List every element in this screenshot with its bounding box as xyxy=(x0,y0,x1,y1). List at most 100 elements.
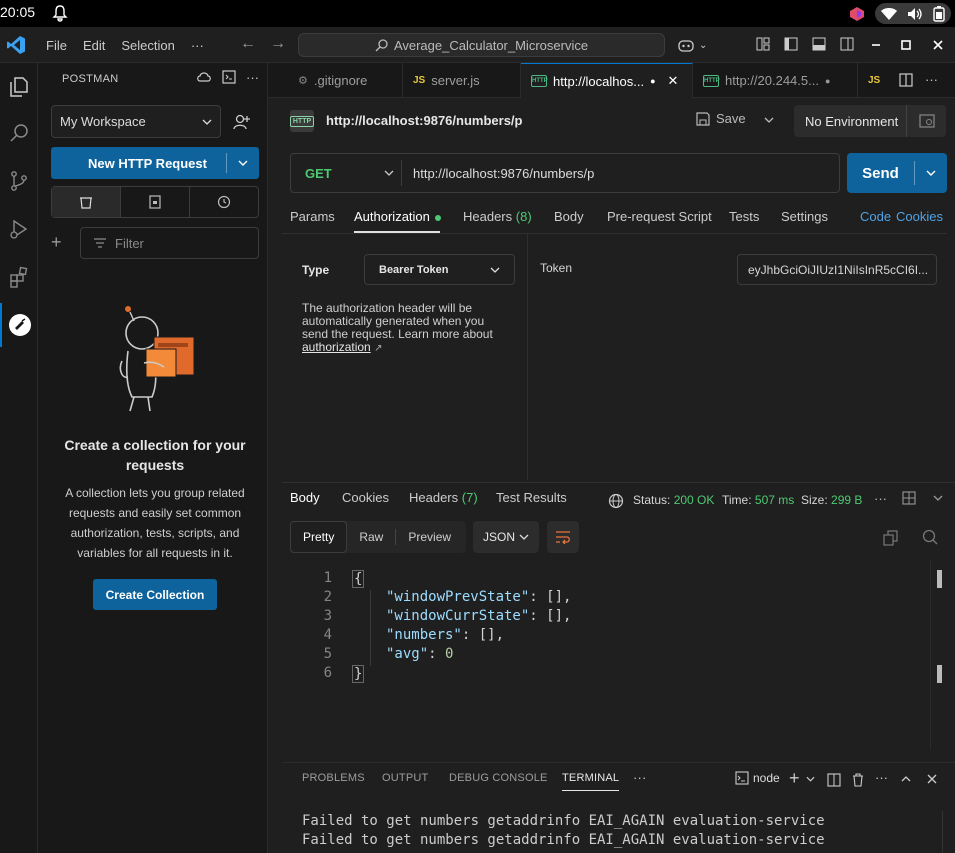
terminal-box-icon[interactable] xyxy=(222,70,236,84)
customize-layout-icon[interactable] xyxy=(749,37,777,54)
panel-tab-output[interactable]: OUTPUT xyxy=(382,772,428,784)
split-editor-icon[interactable] xyxy=(899,73,913,87)
add-user-icon[interactable] xyxy=(233,113,251,131)
tab-body[interactable]: Body xyxy=(554,209,584,224)
tab-tests[interactable]: Tests xyxy=(729,209,759,224)
menu-file[interactable]: File xyxy=(38,38,75,53)
menu-more[interactable]: ··· xyxy=(183,38,212,53)
collections-tab[interactable] xyxy=(52,187,120,217)
save-button[interactable]: Save xyxy=(696,111,746,126)
toggle-panel-icon[interactable] xyxy=(805,37,833,54)
terminal-shell-select[interactable]: node xyxy=(735,771,780,785)
toggle-secondary-sidebar-icon[interactable] xyxy=(833,37,861,54)
environment-quicklook-icon[interactable] xyxy=(906,105,946,137)
panel-tab-problems[interactable]: PROBLEMS xyxy=(302,772,365,784)
response-status[interactable]: Status: 200 OK xyxy=(633,493,714,507)
tab-overflow[interactable]: JS xyxy=(858,63,898,98)
format-preview[interactable]: Preview xyxy=(396,521,463,553)
add-collection-icon[interactable]: + xyxy=(51,232,62,253)
tab-params[interactable]: Params xyxy=(290,209,335,224)
menu-edit[interactable]: Edit xyxy=(75,38,113,53)
response-tab-cookies[interactable]: Cookies xyxy=(342,490,389,505)
toggle-sidebar-icon[interactable] xyxy=(777,37,805,54)
new-terminal-icon[interactable]: + xyxy=(789,768,800,789)
search-response-icon[interactable] xyxy=(922,529,938,545)
close-panel-icon[interactable] xyxy=(927,774,937,784)
tab-gitignore[interactable]: ⚙ .gitignore xyxy=(288,63,403,98)
source-control-icon[interactable] xyxy=(0,159,38,203)
response-time[interactable]: Time: 507 ms xyxy=(722,493,794,507)
token-input[interactable]: eyJhbGciOiJIUzI1NiIsInR5cCI6I... xyxy=(737,254,937,285)
response-more-icon[interactable]: ··· xyxy=(874,491,887,506)
response-tab-body[interactable]: Body xyxy=(290,490,320,505)
editor-more-icon[interactable]: ··· xyxy=(925,72,938,87)
response-size[interactable]: Size: 299 B xyxy=(801,493,862,507)
history-tab[interactable] xyxy=(189,187,258,217)
environments-tab[interactable] xyxy=(120,187,189,217)
tab-remote-request[interactable]: HTTP http://20.244.5... ● xyxy=(693,63,858,98)
terminal-scrollbar[interactable] xyxy=(942,811,955,853)
more-actions-icon[interactable]: ··· xyxy=(246,70,259,85)
panel-actions-icon[interactable]: ··· xyxy=(875,770,888,785)
globe-icon[interactable] xyxy=(608,493,624,509)
explorer-icon[interactable] xyxy=(0,65,38,109)
close-window-icon[interactable] xyxy=(921,38,955,53)
save-dropdown-chevron-icon[interactable] xyxy=(764,117,774,123)
scrollbar-thumb[interactable] xyxy=(937,570,942,588)
send-button[interactable]: Send xyxy=(847,153,947,193)
tab-localhost-request[interactable]: HTTP http://localhos... ● ✕ xyxy=(521,63,693,98)
status-pill[interactable] xyxy=(875,3,951,24)
response-body-code[interactable]: 1 2 3 4 5 6 { "windowPrevState": [], "wi… xyxy=(282,568,955,688)
forward-arrow-icon[interactable]: → xyxy=(270,35,286,53)
response-tab-headers[interactable]: Headers (7) xyxy=(409,490,478,505)
authorization-docs-link[interactable]: authorization xyxy=(302,340,371,354)
format-raw[interactable]: Raw xyxy=(347,521,395,553)
panel-more[interactable]: ··· xyxy=(633,770,647,785)
tab-headers[interactable]: Headers (8) xyxy=(463,209,532,224)
clock[interactable]: 20:05 xyxy=(0,4,35,20)
response-tab-test-results[interactable]: Test Results xyxy=(496,490,567,505)
tab-settings[interactable]: Settings xyxy=(781,209,828,224)
workspace-select[interactable]: My Workspace xyxy=(51,105,221,138)
close-tab-icon[interactable]: ✕ xyxy=(668,73,679,89)
split-terminal-icon[interactable] xyxy=(827,773,841,787)
copilot-menu[interactable]: ⌄ xyxy=(677,37,707,53)
menu-selection[interactable]: Selection xyxy=(113,38,182,53)
create-collection-button[interactable]: Create Collection xyxy=(93,579,217,610)
search-sidebar-icon[interactable] xyxy=(0,111,38,155)
method-select[interactable]: GET xyxy=(305,166,332,181)
send-dropdown[interactable] xyxy=(915,170,947,176)
filter-input[interactable]: Filter xyxy=(80,227,259,259)
url-input[interactable]: http://localhost:9876/numbers/p xyxy=(413,166,594,181)
tab-server-js[interactable]: JS server.js xyxy=(403,63,521,98)
scrollbar-thumb[interactable] xyxy=(937,665,942,683)
bell-icon[interactable] xyxy=(52,4,68,22)
sync-cloud-icon[interactable] xyxy=(196,70,212,84)
layout-toggle-icon[interactable] xyxy=(902,491,916,505)
extensions-icon[interactable] xyxy=(0,255,38,299)
run-debug-icon[interactable] xyxy=(0,207,38,251)
request-title[interactable]: http://localhost:9876/numbers/p xyxy=(326,113,522,128)
code-link[interactable]: Code xyxy=(860,209,891,224)
panel-tab-terminal[interactable]: TERMINAL xyxy=(562,772,620,791)
minimize-icon[interactable] xyxy=(861,38,891,53)
postman-icon[interactable] xyxy=(0,303,38,347)
auth-type-select[interactable]: Bearer Token xyxy=(364,254,515,285)
wrap-lines-button[interactable] xyxy=(547,521,579,553)
trash-icon[interactable] xyxy=(851,773,865,787)
chevron-down-icon[interactable] xyxy=(806,776,815,782)
app-indicator-icon[interactable] xyxy=(849,6,865,22)
command-center-search[interactable]: Average_Calculator_Microservice xyxy=(298,33,665,57)
chevron-down-icon[interactable] xyxy=(384,166,394,180)
language-select[interactable]: JSON xyxy=(473,521,539,553)
new-request-dropdown[interactable] xyxy=(227,160,259,166)
panel-tab-debug-console[interactable]: DEBUG CONSOLE xyxy=(449,772,548,784)
maximize-panel-chevron-icon[interactable] xyxy=(901,776,911,782)
tab-pre-request-script[interactable]: Pre-request Script xyxy=(607,209,712,224)
format-pretty[interactable]: Pretty xyxy=(290,521,348,553)
tab-authorization[interactable]: Authorization xyxy=(354,209,441,224)
copy-icon[interactable] xyxy=(883,530,899,546)
maximize-icon[interactable] xyxy=(891,38,921,53)
cookies-link[interactable]: Cookies xyxy=(896,209,943,224)
environment-select[interactable]: No Environment xyxy=(794,105,946,137)
